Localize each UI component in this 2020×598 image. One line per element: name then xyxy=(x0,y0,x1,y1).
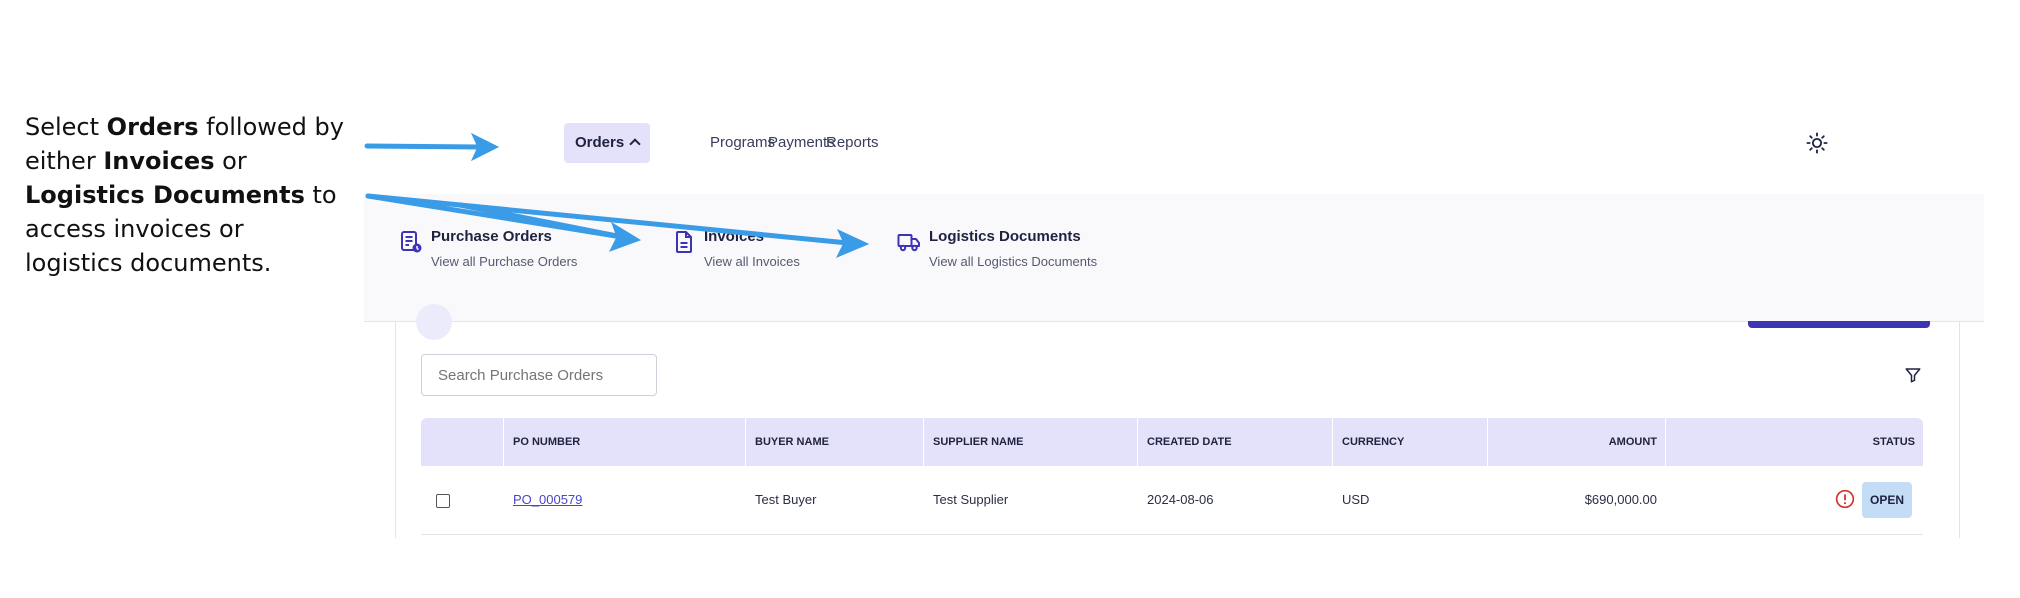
column-header-buyer-name[interactable]: BUYER NAME xyxy=(755,418,829,466)
instruction-bold-logistics: Logistics Documents xyxy=(25,181,305,209)
status-badge: OPEN xyxy=(1862,482,1912,518)
truck-icon xyxy=(897,234,920,252)
column-header-po-number[interactable]: PO NUMBER xyxy=(513,418,580,466)
nav-reports-label: Reports xyxy=(826,134,879,151)
orders-mega-menu: Purchase Orders View all Purchase Orders… xyxy=(364,194,1984,322)
supplier-name-cell: Test Supplier xyxy=(933,492,1009,507)
menu-item-subtitle: View all Purchase Orders xyxy=(431,254,578,269)
amount-cell: $690,000.00 xyxy=(1584,492,1657,507)
nav-orders[interactable]: Orders xyxy=(564,123,651,163)
menu-item-subtitle: View all Invoices xyxy=(704,254,800,269)
document-icon xyxy=(676,231,692,253)
table-row[interactable]: PO_000579 Test Buyer Test Supplier 2024-… xyxy=(421,466,1923,535)
currency-cell: USD xyxy=(1342,492,1370,507)
menu-item-title: Purchase Orders xyxy=(431,228,552,245)
column-header-amount[interactable]: AMOUNT xyxy=(1609,418,1657,466)
primary-action-button[interactable] xyxy=(1748,321,1930,328)
warning-icon xyxy=(1835,489,1855,509)
table-header: PO NUMBER BUYER NAME SUPPLIER NAME CREAT… xyxy=(421,418,1923,466)
menu-item-title: Invoices xyxy=(704,228,765,245)
nav-orders-label: Orders xyxy=(575,134,625,151)
column-header-created-date[interactable]: CREATED DATE xyxy=(1147,418,1232,466)
chevron-up-icon xyxy=(629,138,641,150)
sun-icon[interactable] xyxy=(1806,132,1828,154)
buyer-name-cell: Test Buyer xyxy=(755,492,817,507)
instruction-bold-orders: Orders xyxy=(106,113,199,141)
created-date-cell: 2024-08-06 xyxy=(1147,492,1214,507)
document-list-icon xyxy=(401,231,422,253)
app-screenshot: Orders Programs Payments Reports Purchas… xyxy=(364,94,1984,538)
avatar xyxy=(416,304,452,340)
search-input[interactable] xyxy=(421,354,657,396)
column-header-status[interactable]: STATUS xyxy=(1873,418,1915,466)
nav-reports[interactable]: Reports xyxy=(815,123,890,163)
top-nav-bar: Orders Programs Payments Reports xyxy=(364,94,1984,195)
row-checkbox[interactable] xyxy=(436,494,450,508)
menu-item-subtitle: View all Logistics Documents xyxy=(929,254,1098,269)
instruction-text: Select Orders followed by either Invoice… xyxy=(25,113,344,277)
instruction-bold-invoices: Invoices xyxy=(103,147,215,175)
column-header-currency[interactable]: CURRENCY xyxy=(1342,418,1404,466)
menu-item-title: Logistics Documents xyxy=(929,228,1081,245)
column-header-supplier-name[interactable]: SUPPLIER NAME xyxy=(933,418,1023,466)
po-number-link[interactable]: PO_000579 xyxy=(513,492,582,507)
filter-icon[interactable] xyxy=(1904,366,1922,384)
